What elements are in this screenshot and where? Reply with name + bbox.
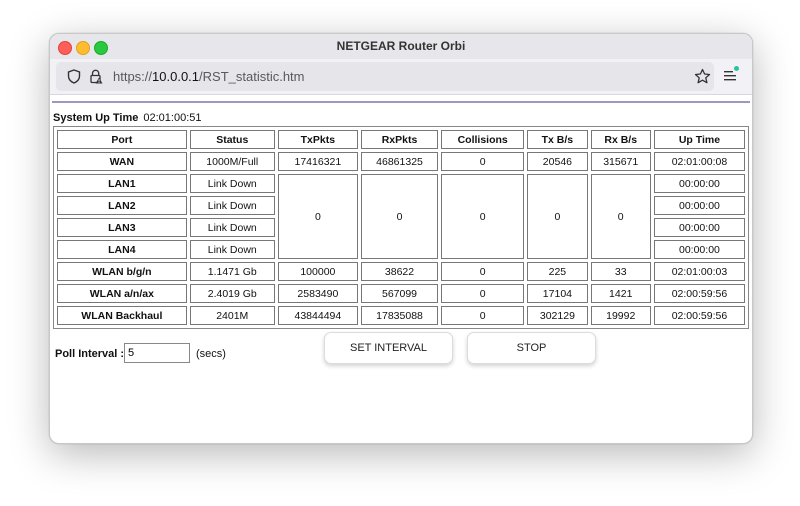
table-row-wlan-backhaul: WLAN Backhaul 2401M 43844494 17835088 0 … <box>57 306 745 325</box>
column-header: TxPkts <box>277 130 358 149</box>
browser-window: NETGEAR Router Orbi https://10.0.0.1/RST… <box>49 33 753 444</box>
rxbs-cell: 315671 <box>590 152 651 171</box>
window-title: NETGEAR Router Orbi <box>336 39 466 53</box>
table-row-wlan-bgn: WLAN b/g/n 1.1471 Gb 100000 38622 0 225 … <box>57 262 745 281</box>
shield-icon[interactable] <box>67 69 81 89</box>
lock-warning-icon[interactable] <box>89 69 103 89</box>
port-cell: WLAN Backhaul <box>57 306 187 325</box>
txbs-cell: 225 <box>527 262 588 281</box>
statistics-table: Port Status TxPkts RxPkts Collisions Tx … <box>53 126 749 329</box>
star-bookmark-icon[interactable] <box>694 68 711 90</box>
collisions-cell: 0 <box>441 262 525 281</box>
url-scheme: https:// <box>113 69 153 84</box>
rxbs-cell: 1421 <box>590 284 651 303</box>
lan-rxbs-cell: 0 <box>590 174 651 259</box>
rxpkts-cell: 567099 <box>360 284 439 303</box>
port-cell: LAN4 <box>57 240 187 259</box>
update-badge <box>734 66 739 71</box>
address-bar[interactable]: https://10.0.0.1/RST_statistic.htm <box>56 62 714 91</box>
column-header: Rx B/s <box>590 130 651 149</box>
title-bar: NETGEAR Router Orbi <box>50 34 752 59</box>
txpkts-cell: 2583490 <box>277 284 358 303</box>
column-header: Up Time <box>653 130 745 149</box>
status-cell: Link Down <box>189 218 275 237</box>
uptime-cell: 00:00:00 <box>653 218 745 237</box>
port-cell: WAN <box>57 152 187 171</box>
column-header: Port <box>57 130 187 149</box>
status-cell: 1.1471 Gb <box>189 262 275 281</box>
column-header: Status <box>189 130 275 149</box>
lan-txpkts-cell: 0 <box>277 174 358 259</box>
txbs-cell: 302129 <box>527 306 588 325</box>
uptime-cell: 02:01:00:08 <box>653 152 745 171</box>
poll-interval-input[interactable] <box>124 343 190 363</box>
column-header: Collisions <box>441 130 525 149</box>
url-path: /RST_statistic.htm <box>199 69 305 84</box>
status-cell: 2.4019 Gb <box>189 284 275 303</box>
uptime-cell: 02:00:59:56 <box>653 284 745 303</box>
uptime-value: 02:01:00:51 <box>143 112 202 124</box>
txpkts-cell: 43844494 <box>277 306 358 325</box>
port-cell: WLAN b/g/n <box>57 262 187 281</box>
status-cell: Link Down <box>189 174 275 193</box>
uptime-label: System Up Time <box>53 112 139 124</box>
browser-toolbar: https://10.0.0.1/RST_statistic.htm <box>50 59 752 95</box>
status-cell: Link Down <box>189 196 275 215</box>
status-cell: Link Down <box>189 240 275 259</box>
uptime-cell: 02:01:00:03 <box>653 262 745 281</box>
uptime-cell: 00:00:00 <box>653 174 745 193</box>
collisions-cell: 0 <box>441 284 525 303</box>
status-cell: 2401M <box>189 306 275 325</box>
uptime-cell: 00:00:00 <box>653 196 745 215</box>
txbs-cell: 17104 <box>527 284 588 303</box>
txbs-cell: 20546 <box>527 152 588 171</box>
set-interval-button[interactable]: SET INTERVAL <box>324 332 453 364</box>
table-header-row: Port Status TxPkts RxPkts Collisions Tx … <box>57 130 745 149</box>
port-cell: WLAN a/n/ax <box>57 284 187 303</box>
page-content: System Up Time 02:01:00:51 Port Status Tx… <box>50 95 752 443</box>
column-header: RxPkts <box>360 130 439 149</box>
table-row-lan1: LAN1 Link Down 0 0 0 0 0 00:00:00 <box>57 174 745 259</box>
lan-rxpkts-cell: 0 <box>360 174 439 259</box>
column-header: Tx B/s <box>527 130 588 149</box>
hamburger-menu-icon[interactable] <box>724 69 737 87</box>
status-cell: 1000M/Full <box>189 152 275 171</box>
txpkts-cell: 17416321 <box>277 152 358 171</box>
poll-interval-unit: (secs) <box>196 348 226 360</box>
rxbs-cell: 33 <box>590 262 651 281</box>
rxbs-cell: 19992 <box>590 306 651 325</box>
url-host: 10.0.0.1 <box>152 69 200 84</box>
txpkts-cell: 100000 <box>277 262 358 281</box>
system-uptime: System Up Time 02:01:00:51 <box>53 112 202 124</box>
collisions-cell: 0 <box>441 152 525 171</box>
rxpkts-cell: 46861325 <box>360 152 439 171</box>
port-cell: LAN2 <box>57 196 187 215</box>
poll-interval-label: Poll Interval : <box>55 348 125 360</box>
table-row-wan: WAN 1000M/Full 17416321 46861325 0 20546… <box>57 152 745 171</box>
table-row-wlan-anax: WLAN a/n/ax 2.4019 Gb 2583490 567099 0 1… <box>57 284 745 303</box>
collisions-cell: 0 <box>441 306 525 325</box>
rxpkts-cell: 38622 <box>360 262 439 281</box>
lan-collisions-cell: 0 <box>441 174 525 259</box>
uptime-cell: 00:00:00 <box>653 240 745 259</box>
port-cell: LAN3 <box>57 218 187 237</box>
port-cell: LAN1 <box>57 174 187 193</box>
header-divider <box>52 101 750 103</box>
stop-button[interactable]: STOP <box>467 332 596 364</box>
url-text[interactable]: https://10.0.0.1/RST_statistic.htm <box>113 69 305 84</box>
lan-txbs-cell: 0 <box>527 174 588 259</box>
uptime-cell: 02:00:59:56 <box>653 306 745 325</box>
rxpkts-cell: 17835088 <box>360 306 439 325</box>
